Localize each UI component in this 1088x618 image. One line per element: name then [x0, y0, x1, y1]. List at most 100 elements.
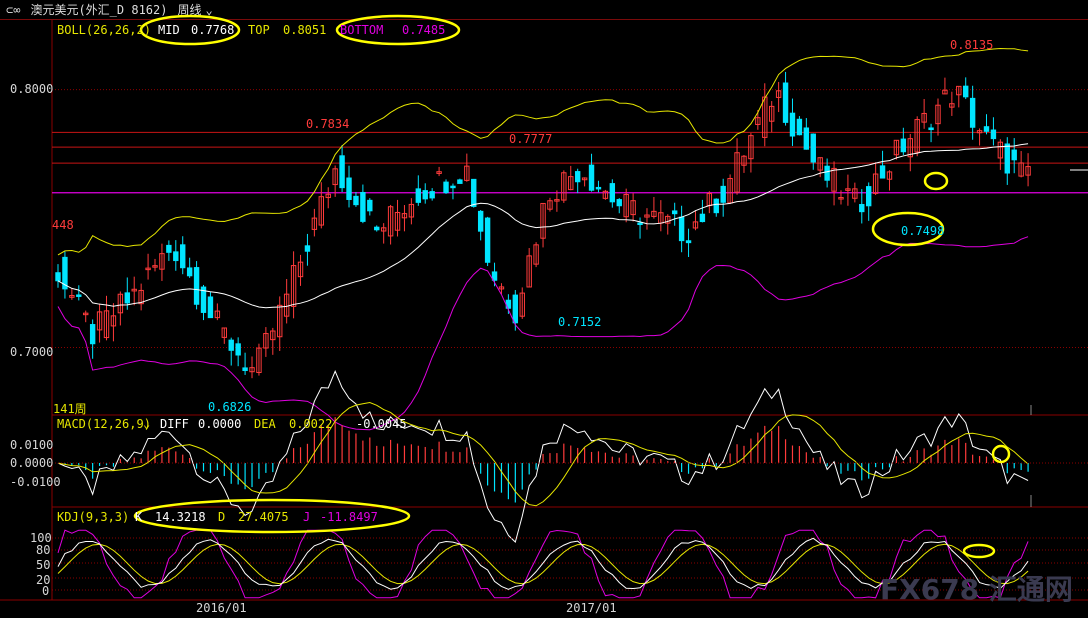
candle-body [879, 165, 886, 179]
candle-body [55, 272, 61, 282]
highlight-ellipse [923, 171, 949, 191]
candle-body [928, 127, 934, 131]
bars-count-label: 141周 [53, 402, 87, 416]
boll-bottom-label: BOTTOM [340, 23, 384, 37]
candle-body [969, 97, 976, 128]
macd-diff-value: 0.0000 [198, 417, 242, 431]
macd-diff-label: DIFF [160, 417, 189, 431]
candle-body [782, 82, 789, 123]
candle-body [983, 126, 990, 132]
candle-body [900, 138, 907, 153]
candle-body [484, 217, 491, 263]
boll-top-label: TOP [248, 23, 270, 37]
kdj-k-label: K [135, 510, 143, 524]
candle-body [207, 296, 214, 319]
candle-body [990, 129, 997, 140]
boll-mid-label: MID [158, 23, 180, 37]
peak-annotation-1: 0.7834 [306, 117, 350, 131]
candle-body [866, 186, 872, 207]
candle-body [89, 324, 96, 345]
candle-body [346, 177, 352, 200]
candle-body [360, 191, 366, 222]
kdj-d-label: D [218, 510, 226, 524]
left-marker: 448 [52, 218, 74, 232]
candle-body [859, 204, 865, 213]
kdj-y-tick-80: 80 [36, 543, 51, 557]
watermark: FX678 汇通网 [880, 573, 1073, 606]
macd-y-tick-3: -0.0100 [10, 475, 61, 489]
candle-body [803, 127, 810, 150]
candle-body [574, 171, 581, 183]
highlight-ellipse [962, 543, 996, 559]
candle-body [193, 267, 200, 305]
candle-body [471, 178, 477, 207]
low-annotation-3: 0.6826 [208, 400, 252, 414]
candle-body [228, 339, 234, 351]
kdj-j-label: J [303, 510, 311, 524]
high-annotation: 0.8135 [950, 38, 994, 52]
kdj-y-tick-50: 50 [36, 558, 51, 572]
macd-y-tick-1: 0.0100 [10, 438, 54, 452]
boll-bottom-value: 0.7485 [402, 23, 446, 37]
candle-body [443, 181, 449, 194]
y-tick-0700: 0.7000 [10, 345, 54, 359]
kdj-d-value: 27.4075 [238, 510, 289, 524]
candle-body [671, 210, 678, 215]
boll-indicator-label[interactable]: BOLL(26,26,2) [57, 23, 151, 37]
macd-value: -0.0045 [356, 417, 407, 431]
highlight-ellipse [991, 444, 1011, 464]
candle-body [588, 164, 595, 191]
macd-dropdown-icon[interactable]: ⌄ [143, 417, 150, 431]
candle-body [796, 118, 803, 136]
x-tick-2016: 2016/01 [196, 601, 247, 615]
y-tick-0800: 0.8000 [10, 82, 54, 96]
candle-body [415, 188, 422, 203]
chart-canvas[interactable] [0, 0, 1088, 618]
macd-y-tick-2: 0.0000 [10, 456, 54, 470]
macd-dea-label: DEA [254, 417, 276, 431]
candle-body [477, 210, 484, 232]
candle-body [124, 292, 130, 304]
candle-body [186, 267, 193, 277]
candle-body [1011, 149, 1017, 161]
candle-body [353, 195, 359, 206]
candle-body [457, 179, 463, 184]
candle-body [609, 183, 616, 203]
candle-body [339, 155, 345, 189]
candle-body [963, 85, 969, 98]
peak-annotation-2: 0.7777 [509, 132, 553, 146]
kdj-j-value: -11.8497 [320, 510, 378, 524]
boll-top-value: 0.8051 [283, 23, 327, 37]
candle-body [678, 216, 685, 242]
kdj-indicator-label[interactable]: KDJ(9,3,3) [57, 510, 129, 524]
candle-body [166, 244, 172, 253]
candle-body [595, 186, 602, 190]
candle-body [180, 244, 186, 269]
candle-body [235, 343, 241, 356]
candle-body [374, 226, 380, 231]
candle-body [304, 245, 311, 252]
candle-body [173, 251, 179, 262]
boll-bottom-line [57, 236, 1029, 431]
candle-body [512, 294, 519, 324]
candle-body [685, 240, 692, 244]
candle-body [699, 213, 706, 223]
candle-body [824, 165, 830, 181]
candle-body [429, 191, 435, 199]
low-annotation-2: 0.7152 [558, 315, 602, 329]
candle-body [1004, 143, 1010, 174]
candle-body [422, 190, 428, 200]
candle-body [789, 112, 796, 137]
x-tick-2017: 2017/01 [566, 601, 617, 615]
macd-indicator-label[interactable]: MACD(12,26,9) [57, 417, 151, 431]
candle-body [637, 222, 643, 226]
candle-body [76, 294, 82, 297]
candle-body [450, 185, 456, 189]
candle-body [367, 199, 373, 212]
candle-body [616, 199, 622, 207]
boll-mid-value: 0.7768 [191, 23, 235, 37]
kdj-y-tick-0: 0 [42, 584, 50, 598]
low-annotation-1: 0.7498 [901, 224, 945, 238]
candle-body [713, 198, 719, 214]
macd-dea-value: 0.0022 [289, 417, 333, 431]
